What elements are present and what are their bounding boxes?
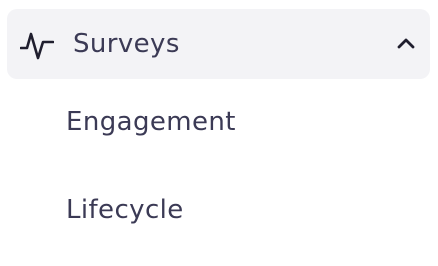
nav-item-engagement[interactable]: Engagement (66, 92, 236, 152)
surveys-group-label: Surveys (73, 29, 180, 59)
surveys-nav-group: Surveys (7, 9, 430, 79)
surveys-group-header[interactable]: Surveys (7, 9, 430, 79)
activity-icon (20, 32, 54, 60)
nav-item-lifecycle[interactable]: Lifecycle (66, 180, 184, 240)
chevron-up-icon[interactable] (397, 36, 415, 50)
